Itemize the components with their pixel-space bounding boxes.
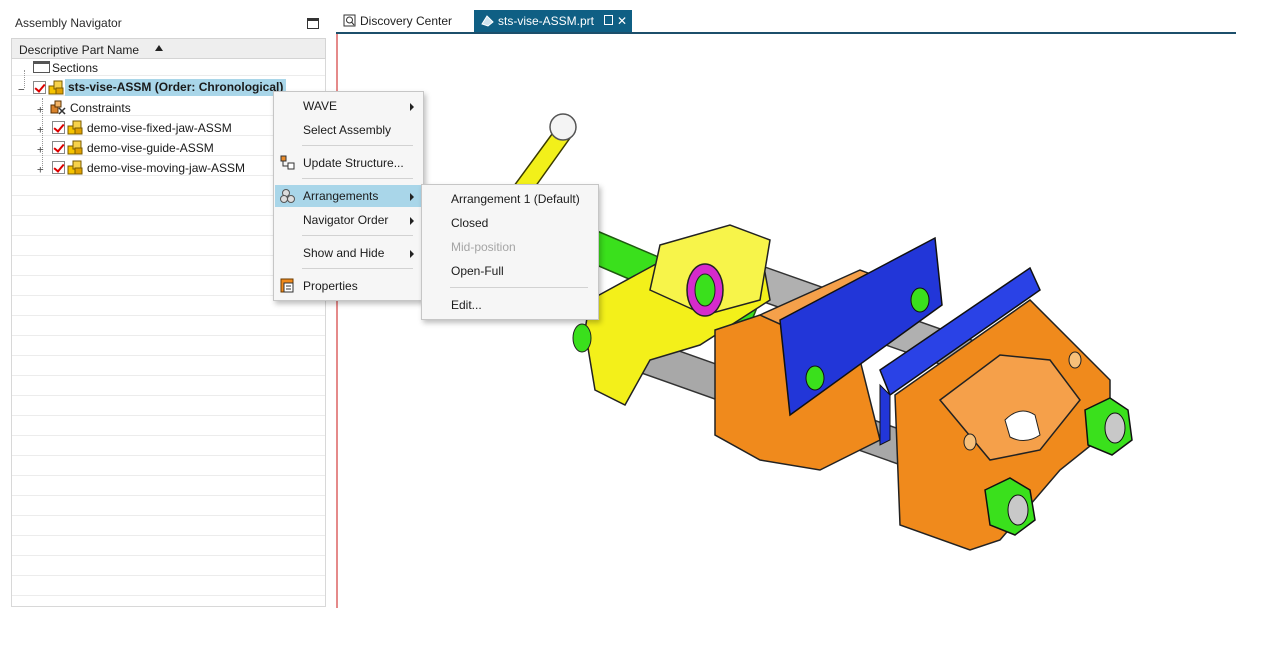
- menu-item-label: Properties: [303, 279, 358, 293]
- column-header-label: Descriptive Part Name: [19, 43, 140, 57]
- menu-item-wave[interactable]: WAVE: [275, 95, 422, 117]
- sort-ascending-icon: [155, 45, 163, 51]
- assembly-icon: [48, 80, 64, 95]
- tree-item-sections[interactable]: Sections: [11, 58, 326, 78]
- arrangements-icon: [280, 189, 295, 203]
- collapse-icon[interactable]: −: [18, 83, 25, 96]
- expand-icon[interactable]: +: [37, 103, 44, 116]
- menu-separator: [302, 235, 413, 236]
- menu-item-label: Mid-position: [451, 240, 516, 254]
- assembly-icon: [67, 140, 83, 155]
- discovery-center-icon: [343, 14, 356, 27]
- constraints-icon: [50, 100, 66, 115]
- menu-item-label: Update Structure...: [303, 156, 404, 170]
- expand-icon[interactable]: +: [37, 123, 44, 136]
- close-icon[interactable]: ✕: [617, 10, 627, 32]
- popout-icon[interactable]: [604, 15, 613, 25]
- menu-item-label: Closed: [451, 216, 489, 230]
- menu-item-edit[interactable]: Edit...: [423, 294, 597, 316]
- part-file-icon: [481, 15, 494, 27]
- screw-tip: [572, 323, 592, 353]
- submenu-arrow-icon: [410, 217, 414, 225]
- tab-label: sts-vise-ASSM.prt: [498, 14, 595, 28]
- tree-item-label: demo-vise-guide-ASSM: [87, 141, 214, 155]
- visibility-checkbox[interactable]: [33, 81, 46, 94]
- tab-discovery-center[interactable]: Discovery Center: [336, 10, 472, 32]
- handle-knob: [549, 113, 577, 141]
- expand-icon[interactable]: +: [37, 143, 44, 156]
- menu-item-label: Open-Full: [451, 264, 504, 278]
- menu-item-navigator-order[interactable]: Navigator Order: [275, 209, 422, 231]
- tree-item-label: demo-vise-moving-jaw-ASSM: [87, 161, 246, 175]
- jaw-screw: [910, 287, 930, 313]
- fixed-jaw-slot: [1004, 410, 1041, 441]
- menu-item-properties[interactable]: Properties: [275, 275, 422, 297]
- menu-item-label: Arrangements: [303, 189, 379, 203]
- menu-item-mid-position: Mid-position: [423, 236, 597, 258]
- navigator-title: Assembly Navigator: [15, 16, 122, 30]
- visibility-checkbox[interactable]: [52, 161, 65, 174]
- visibility-checkbox[interactable]: [52, 141, 65, 154]
- menu-item-arrangements[interactable]: Arrangements: [275, 185, 422, 207]
- assembly-icon: [67, 160, 83, 175]
- menu-item-label: Arrangement 1 (Default): [451, 192, 580, 206]
- properties-icon: [280, 278, 294, 293]
- tree-item-label: Sections: [52, 61, 99, 75]
- mount-hole: [963, 433, 977, 451]
- tree-item-label: demo-vise-fixed-jaw-ASSM: [87, 121, 232, 135]
- menu-item-closed[interactable]: Closed: [423, 212, 597, 234]
- assembly-icon: [67, 120, 83, 135]
- graphics-viewport[interactable]: [338, 34, 1236, 608]
- visibility-checkbox[interactable]: [52, 121, 65, 134]
- tree-item-label: Constraints: [70, 101, 131, 115]
- menu-separator: [302, 178, 413, 179]
- screw-end: [694, 273, 716, 307]
- bolt-end: [1007, 494, 1029, 526]
- expand-icon[interactable]: +: [37, 163, 44, 176]
- menu-item-select-assembly[interactable]: Select Assembly: [275, 119, 422, 141]
- document-tab-bar: Discovery Center sts-vise-ASSM.prt ✕: [336, 10, 1236, 34]
- arrangements-submenu: Arrangement 1 (Default) Closed Mid-posit…: [421, 184, 599, 320]
- menu-separator: [302, 268, 413, 269]
- column-header[interactable]: Descriptive Part Name: [11, 38, 326, 59]
- folder-icon: [33, 61, 50, 73]
- context-menu: WAVE Select Assembly Update Structure...…: [273, 91, 424, 301]
- menu-separator: [302, 145, 413, 146]
- update-structure-icon: [280, 155, 295, 170]
- menu-item-open-full[interactable]: Open-Full: [423, 260, 597, 282]
- bolt-end: [1104, 412, 1126, 444]
- mount-hole: [1068, 351, 1082, 369]
- submenu-arrow-icon: [410, 193, 414, 201]
- menu-item-label: Show and Hide: [303, 246, 385, 260]
- menu-item-label: Navigator Order: [303, 213, 389, 227]
- menu-item-show-and-hide[interactable]: Show and Hide: [275, 242, 422, 264]
- jaw-screw: [805, 365, 825, 391]
- menu-item-arrangement-1[interactable]: Arrangement 1 (Default): [423, 188, 597, 210]
- maximize-icon[interactable]: [307, 18, 319, 29]
- menu-item-label: WAVE: [303, 99, 338, 113]
- menu-item-label: Select Assembly: [303, 123, 392, 137]
- menu-item-label: Edit...: [451, 298, 482, 312]
- tab-sts-vise-assm[interactable]: sts-vise-ASSM.prt ✕: [474, 10, 632, 32]
- submenu-arrow-icon: [410, 103, 414, 111]
- tab-label: Discovery Center: [360, 14, 453, 28]
- menu-separator: [450, 287, 588, 288]
- tree-item-label: sts-vise-ASSM (Order: Chronological): [65, 79, 287, 96]
- submenu-arrow-icon: [410, 250, 414, 258]
- jaw-plate-edge: [879, 383, 891, 446]
- menu-item-update-structure[interactable]: Update Structure...: [275, 152, 422, 174]
